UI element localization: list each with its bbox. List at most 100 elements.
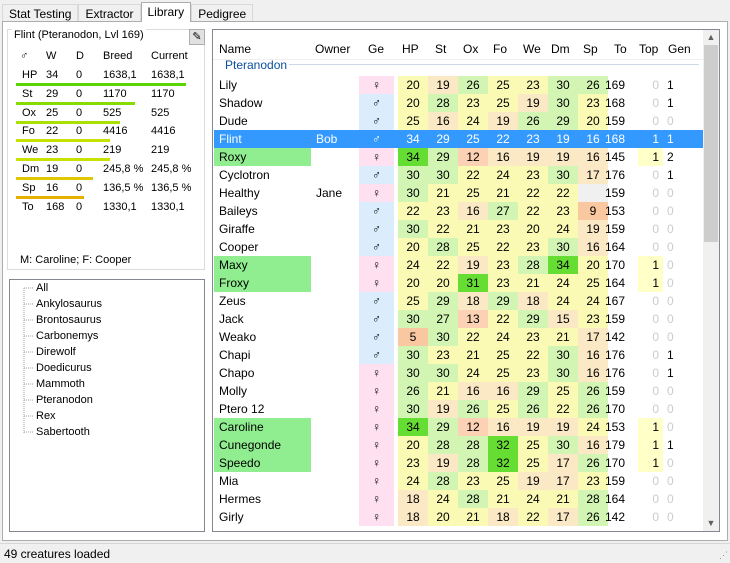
scrollbar-thumb[interactable] xyxy=(704,45,718,242)
column-header[interactable]: Sp xyxy=(583,42,598,56)
column-header[interactable]: We xyxy=(523,42,541,56)
info-stat-label: Dm xyxy=(22,163,40,175)
resize-grip-icon[interactable]: ⋰ xyxy=(719,550,728,561)
column-header[interactable]: Dm xyxy=(551,42,570,56)
creature-table: Name Owner Ge HP St Ox Fo We Dm Sp To Top Gen Pteran… xyxy=(212,29,720,532)
info-stat-d: 0 xyxy=(76,144,83,157)
table-row[interactable]: Cunegonde ♀ 20 28 28 32 25 30 16 179 1 1 xyxy=(214,436,703,454)
edit-creature-button[interactable]: ✎ xyxy=(189,29,205,45)
table-row[interactable]: Baileys ♂ 22 23 16 27 22 23 9 153 0 0 xyxy=(214,202,703,220)
table-row[interactable]: Girly ♀ 18 20 21 18 22 17 26 142 0 0 xyxy=(214,508,703,526)
info-header: Breed xyxy=(103,50,133,62)
table-row[interactable]: Cyclotron ♂ 30 30 22 24 23 30 17 176 0 1 xyxy=(214,166,703,184)
table-row[interactable]: Lily ♀ 20 19 26 25 23 30 26 169 0 1 xyxy=(214,76,703,94)
stat-cell: 16 xyxy=(586,132,600,146)
creature-total: 145 xyxy=(605,150,626,164)
tab-library[interactable]: Library xyxy=(140,2,192,22)
creature-name: Giraffe xyxy=(219,222,255,236)
creature-name: Jack xyxy=(219,312,244,326)
table-row[interactable]: Dude ♂ 25 16 24 19 26 29 20 159 0 0 xyxy=(214,112,703,130)
table-row[interactable]: Healthy Jane ♀ 30 21 25 21 22 22 159 0 0 xyxy=(214,184,703,202)
creature-top: 0 xyxy=(652,510,659,524)
scroll-up-icon[interactable]: ▲ xyxy=(703,30,719,45)
creature-total: 179 xyxy=(605,438,626,452)
stat-cell: 20 xyxy=(578,112,608,130)
tree-node[interactable]: Brontosaurus xyxy=(36,314,101,326)
tree-node[interactable]: Mammoth xyxy=(36,378,85,390)
column-header[interactable]: St xyxy=(435,42,446,56)
creature-owner: Bob xyxy=(316,132,338,146)
stat-cell: 24 xyxy=(398,472,428,490)
table-row[interactable]: Froxy ♀ 20 20 31 23 21 24 25 164 1 0 xyxy=(214,274,703,292)
table-row[interactable]: Weako ♂ 5 30 22 24 23 21 17 142 0 0 xyxy=(214,328,703,346)
creature-generation: 2 xyxy=(667,150,674,164)
info-stat-d: 0 xyxy=(76,181,83,194)
table-row[interactable]: Zeus ♂ 25 29 18 29 18 24 24 167 0 0 xyxy=(214,292,703,310)
stat-cell: 30 xyxy=(398,166,428,184)
table-row[interactable]: Ptero 12 ♀ 30 19 26 25 26 22 26 170 0 0 xyxy=(214,400,703,418)
table-row[interactable]: Flint Bob ♂ 34 29 25 22 23 19 16 168 1 1 xyxy=(214,130,703,148)
table-row[interactable]: Caroline ♀ 34 29 12 16 19 19 24 153 1 0 xyxy=(214,418,703,436)
creature-owner xyxy=(311,76,361,94)
info-stat-label: Ox xyxy=(22,106,37,119)
app-window: { "tabs":["Stat Testing","Extractor","Li… xyxy=(0,0,730,563)
stat-cell: 30 xyxy=(398,400,428,418)
tab-stat-testing[interactable]: Stat Testing xyxy=(2,4,79,22)
male-icon: ♂ xyxy=(359,310,394,328)
stat-cell: 24 xyxy=(488,328,518,346)
stat-cell: 23 xyxy=(428,202,458,220)
tree-node[interactable]: Doedicurus xyxy=(36,362,92,374)
column-header[interactable]: Gen xyxy=(668,42,691,56)
species-tree[interactable]: All Ankylosaurus Brontosaurus Carbonemys Dir… xyxy=(9,279,205,532)
stat-cell: 21 xyxy=(488,490,518,508)
scroll-down-icon[interactable]: ▼ xyxy=(703,516,719,531)
table-row[interactable]: Hermes ♀ 18 24 28 21 24 21 28 164 0 0 xyxy=(214,490,703,508)
column-header[interactable]: Ox xyxy=(463,42,478,56)
stat-cell: 16 xyxy=(578,238,608,256)
creature-name: Weako xyxy=(219,330,257,344)
stat-cell: 5 xyxy=(398,328,428,346)
tree-node[interactable]: Pteranodon xyxy=(36,394,93,406)
creature-total: 159 xyxy=(605,186,626,200)
male-icon: ♂ xyxy=(359,292,394,310)
stat-cell: 34 xyxy=(548,256,578,274)
info-stat-label: HP xyxy=(22,69,38,81)
tree-node[interactable]: Rex xyxy=(36,410,56,422)
creature-owner xyxy=(311,166,361,184)
table-row[interactable]: Chapo ♀ 30 30 24 25 23 30 16 176 0 1 xyxy=(214,364,703,382)
table-row[interactable]: Cooper ♂ 20 28 25 22 23 30 16 164 0 0 xyxy=(214,238,703,256)
column-header[interactable]: Fo xyxy=(493,42,507,56)
column-header[interactable]: Ge xyxy=(368,42,384,56)
info-stat-w: 34 xyxy=(46,69,59,81)
column-header[interactable]: Owner xyxy=(315,42,350,56)
creature-total: 153 xyxy=(605,204,626,218)
table-row[interactable]: Shadow ♂ 20 28 23 25 19 30 23 168 0 1 xyxy=(214,94,703,112)
table-row[interactable]: Molly ♀ 26 21 16 16 29 25 26 159 0 0 xyxy=(214,382,703,400)
creature-total: 164 xyxy=(605,240,626,254)
table-row[interactable]: Chapi ♂ 30 23 21 25 22 30 16 176 0 1 xyxy=(214,346,703,364)
tree-node[interactable]: All xyxy=(36,282,48,294)
female-icon: ♀ xyxy=(359,382,394,400)
table-row[interactable]: Roxy ♀ 34 29 12 16 19 19 16 145 1 2 xyxy=(214,148,703,166)
column-header[interactable]: To xyxy=(614,42,627,56)
info-stat-current: 136,5 % xyxy=(151,181,192,194)
tree-node[interactable]: Carbonemys xyxy=(36,330,98,342)
stat-cell: 16 xyxy=(488,382,518,400)
table-row[interactable]: Mia ♀ 24 28 23 25 19 17 23 159 0 0 xyxy=(214,472,703,490)
tab-extractor[interactable]: Extractor xyxy=(78,4,141,22)
tree-node[interactable]: Ankylosaurus xyxy=(36,298,102,310)
table-row[interactable]: Jack ♂ 30 27 13 22 29 15 23 159 0 0 xyxy=(214,310,703,328)
stat-cell: 30 xyxy=(548,364,578,382)
stat-cell: 20 xyxy=(398,436,428,454)
table-row[interactable]: Giraffe ♂ 30 22 21 23 20 24 19 159 0 0 xyxy=(214,220,703,238)
column-header[interactable]: Name xyxy=(219,42,251,56)
info-stat-w: 23 xyxy=(46,144,59,157)
table-row[interactable]: Maxy ♀ 24 22 19 23 28 34 20 170 1 0 xyxy=(214,256,703,274)
column-header[interactable]: Top xyxy=(639,42,658,56)
tree-node[interactable]: Direwolf xyxy=(36,346,76,358)
table-row[interactable]: Speedo ♀ 23 19 28 32 25 17 26 170 1 0 xyxy=(214,454,703,472)
creature-top: 1 xyxy=(638,274,663,292)
tab-pedigree[interactable]: Pedigree xyxy=(191,4,254,22)
tree-node[interactable]: Sabertooth xyxy=(36,426,90,438)
column-header[interactable]: HP xyxy=(402,42,419,56)
